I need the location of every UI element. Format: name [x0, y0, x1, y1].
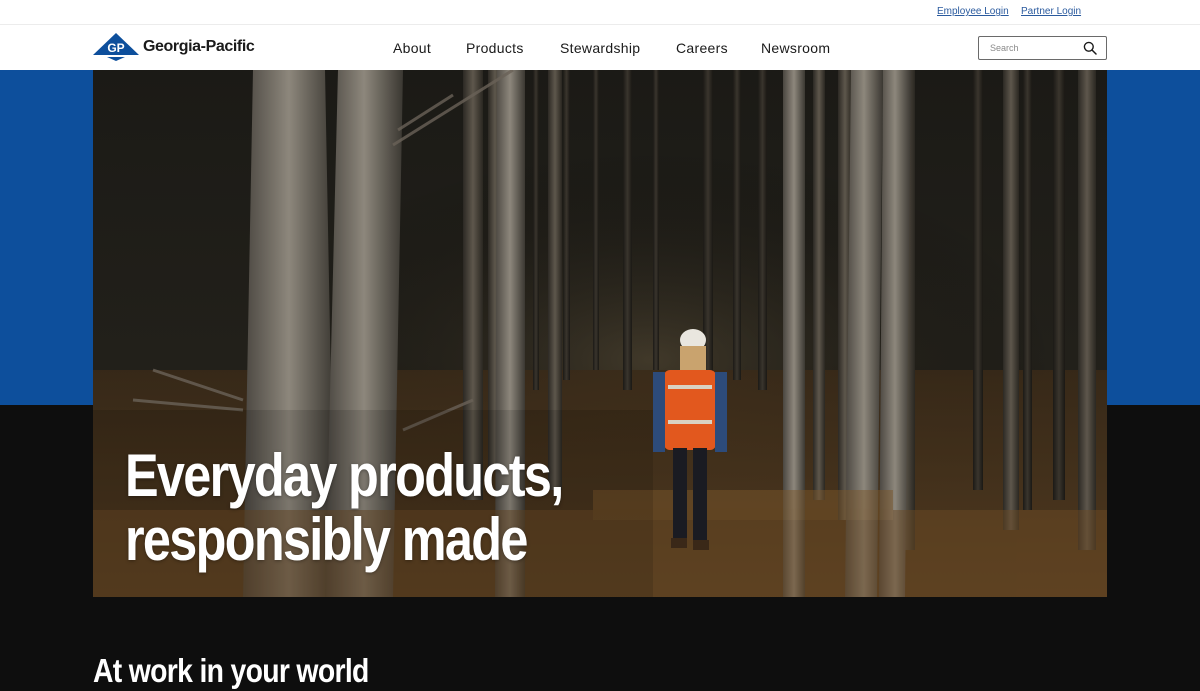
nav-careers[interactable]: Careers [676, 40, 728, 56]
utility-bar: Employee Login Partner Login [0, 0, 1200, 25]
partner-login-link[interactable]: Partner Login [1021, 6, 1081, 17]
main-header: GP Georgia-Pacific About Products Stewar… [0, 25, 1200, 70]
search-input[interactable] [979, 37, 1079, 59]
search-box [978, 36, 1107, 60]
hero-banner: Everyday products, responsibly made [93, 70, 1107, 597]
nav-products[interactable]: Products [466, 40, 524, 56]
search-icon[interactable] [1083, 41, 1097, 55]
nav-newsroom[interactable]: Newsroom [761, 40, 830, 56]
employee-login-link[interactable]: Employee Login [937, 6, 1009, 17]
hero-headline: Everyday products, responsibly made [125, 442, 564, 573]
hero-headline-line1: Everyday products, [125, 442, 564, 509]
hero-headline-line2: responsibly made [125, 506, 528, 573]
nav-about[interactable]: About [393, 40, 431, 56]
nav-stewardship[interactable]: Stewardship [560, 40, 640, 56]
section-title: At work in your world [93, 652, 369, 689]
